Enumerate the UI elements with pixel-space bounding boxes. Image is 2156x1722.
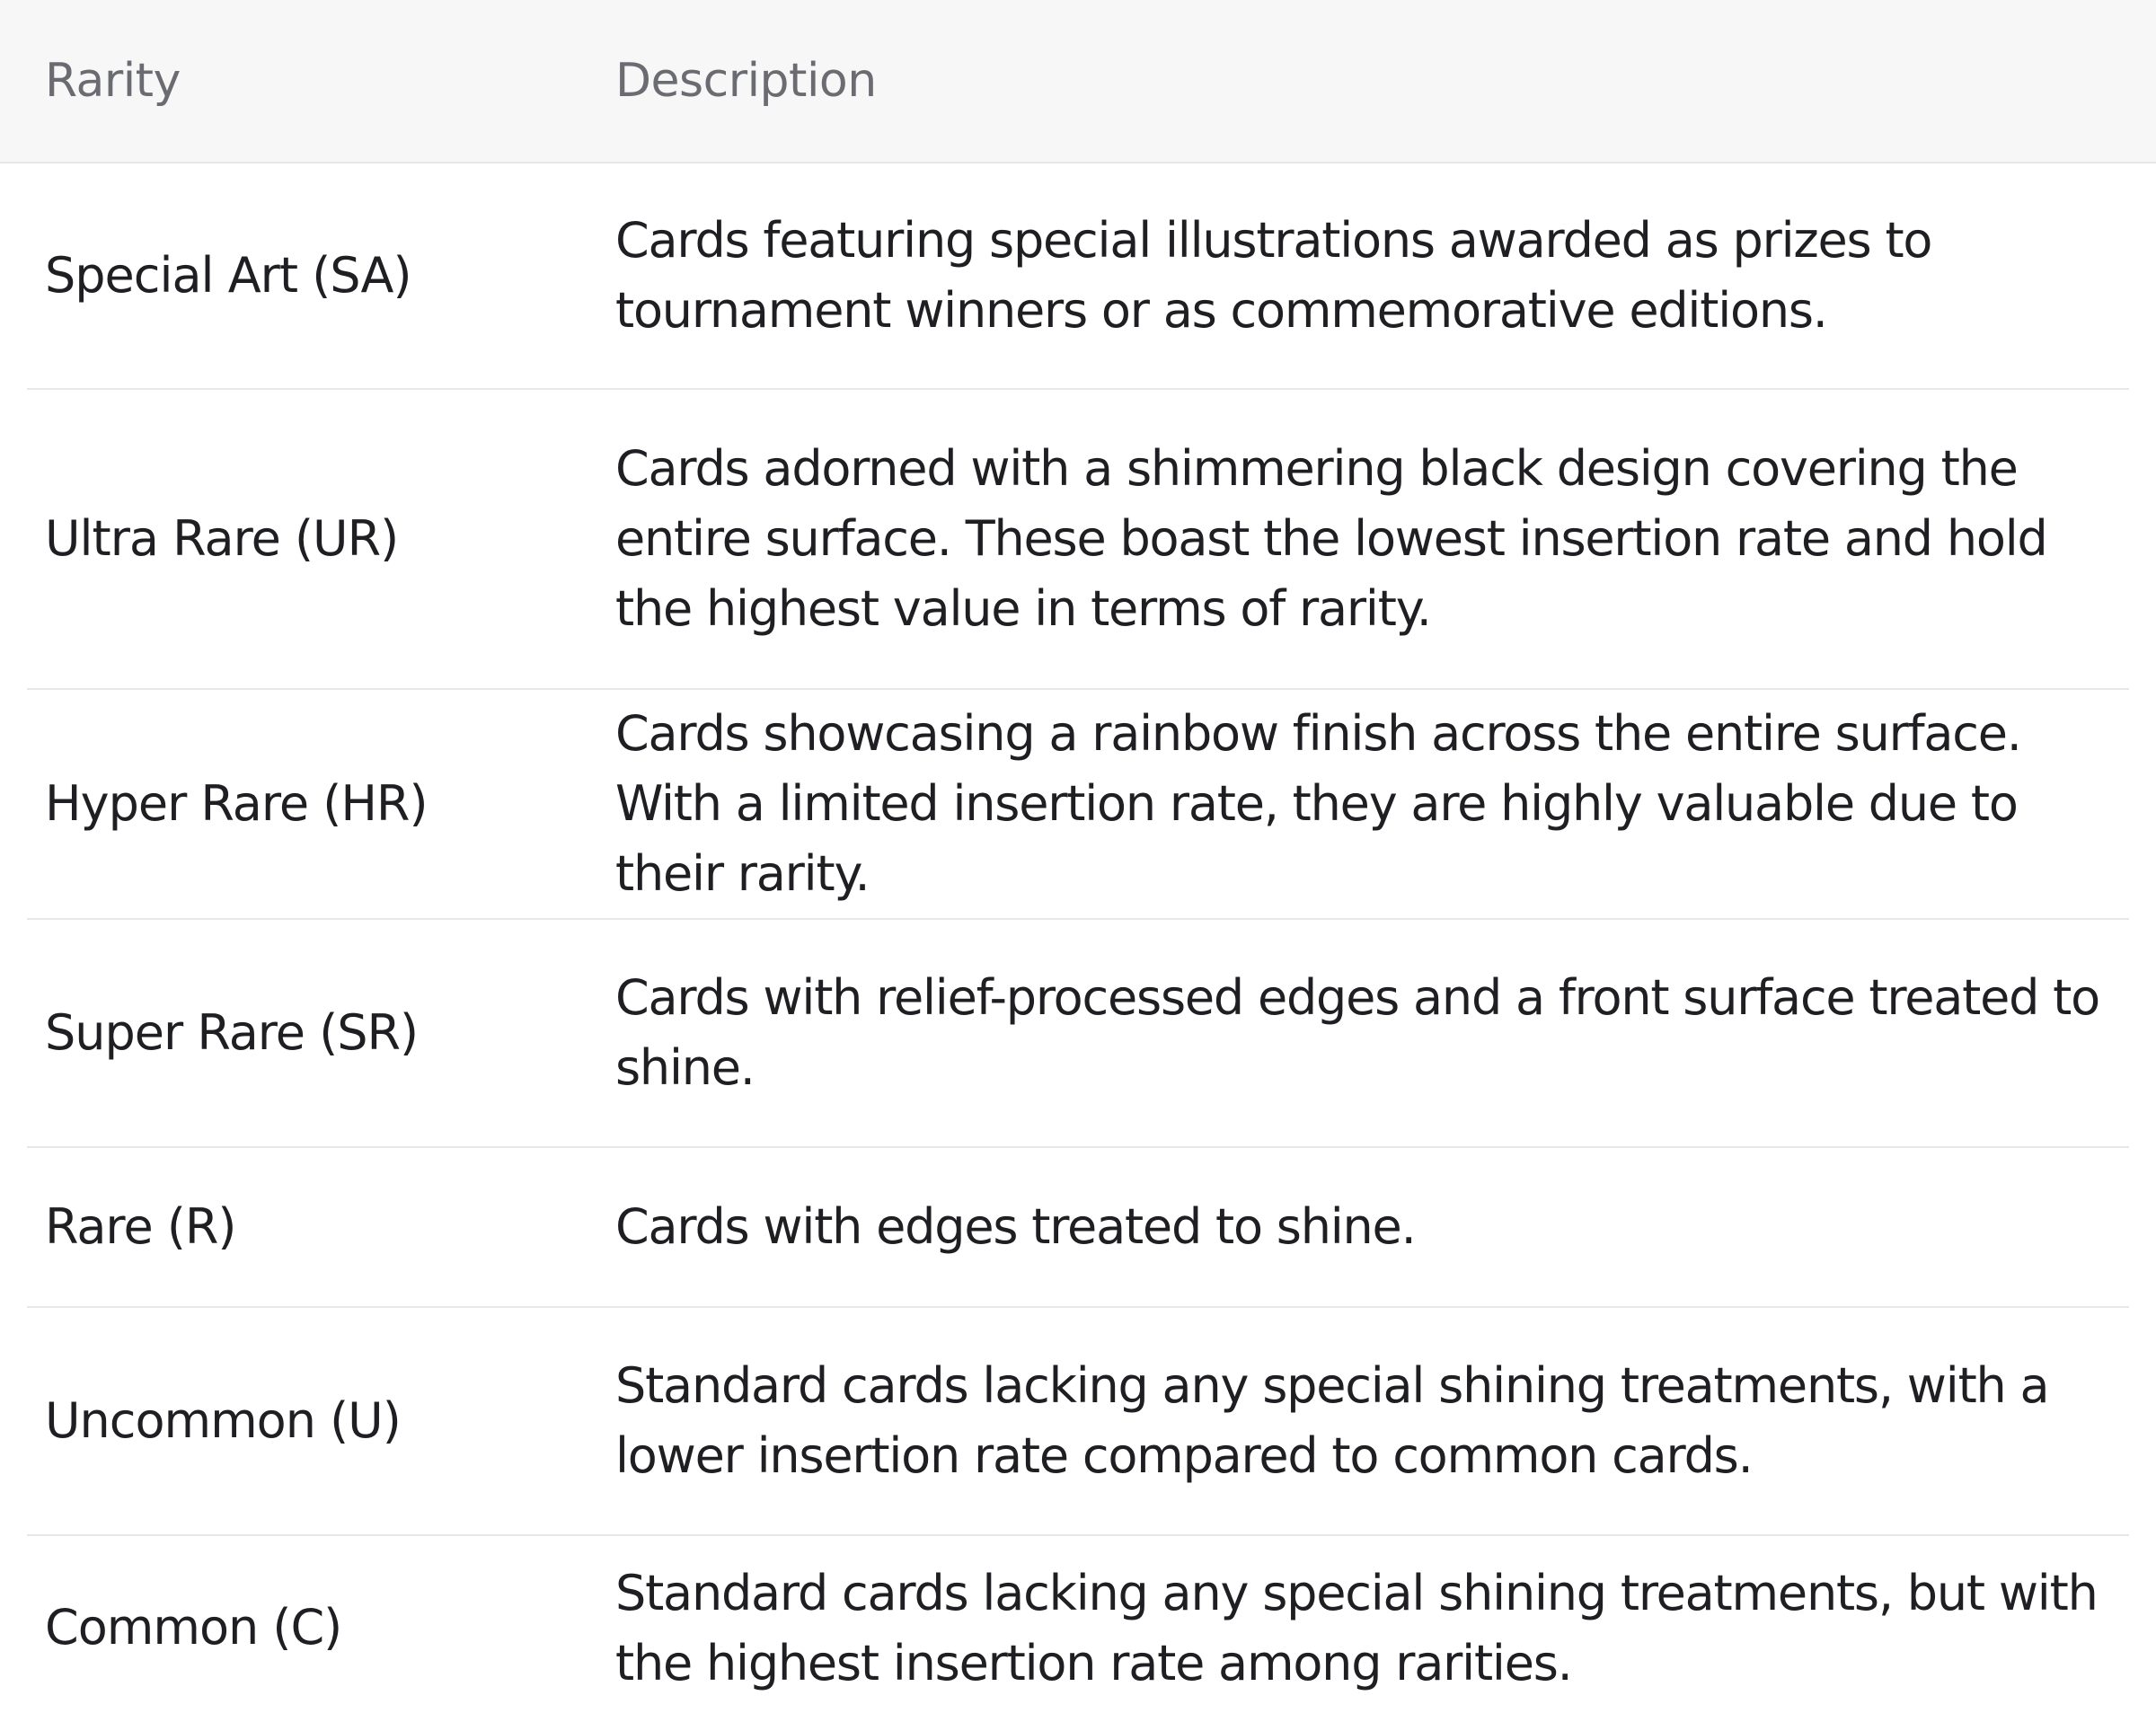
table-row: Super Rare (SR) Cards with relief-proces…	[27, 920, 2129, 1148]
table-row: Special Art (SA) Cards featuring special…	[27, 163, 2129, 390]
table-row: Rare (R) Cards with edges treated to shi…	[27, 1148, 2129, 1308]
description-cell: Cards featuring special illustrations aw…	[615, 212, 1932, 339]
description-cell: Standard cards lacking any special shini…	[615, 1357, 2050, 1484]
rarity-table: Rarity Description Special Art (SA) Card…	[0, 0, 2156, 1720]
rarity-cell: Special Art (SA)	[45, 246, 412, 304]
table-header: Rarity Description	[0, 0, 2156, 163]
header-description: Description	[615, 54, 877, 108]
rarity-cell: Ultra Rare (UR)	[45, 509, 399, 567]
table-row: Ultra Rare (UR) Cards adorned with a shi…	[27, 390, 2129, 690]
table-row: Uncommon (U) Standard cards lacking any …	[27, 1308, 2129, 1536]
rarity-cell: Uncommon (U)	[45, 1391, 402, 1449]
header-rarity: Rarity	[45, 54, 181, 108]
table-row: Common (C) Standard cards lacking any sp…	[27, 1536, 2129, 1720]
table-row: Hyper Rare (HR) Cards showcasing a rainb…	[27, 690, 2129, 920]
rarity-cell: Hyper Rare (HR)	[45, 774, 429, 832]
description-cell: Cards with edges treated to shine.	[615, 1198, 1417, 1255]
description-cell: Cards adorned with a shimmering black de…	[615, 440, 2048, 637]
rarity-cell: Rare (R)	[45, 1197, 236, 1255]
rarity-cell: Super Rare (SR)	[45, 1003, 419, 1061]
description-cell: Cards showcasing a rainbow finish across…	[615, 705, 2022, 902]
description-cell: Cards with relief-processed edges and a …	[615, 969, 2100, 1096]
description-cell: Standard cards lacking any special shini…	[615, 1564, 2099, 1691]
rarity-cell: Common (C)	[45, 1599, 342, 1656]
